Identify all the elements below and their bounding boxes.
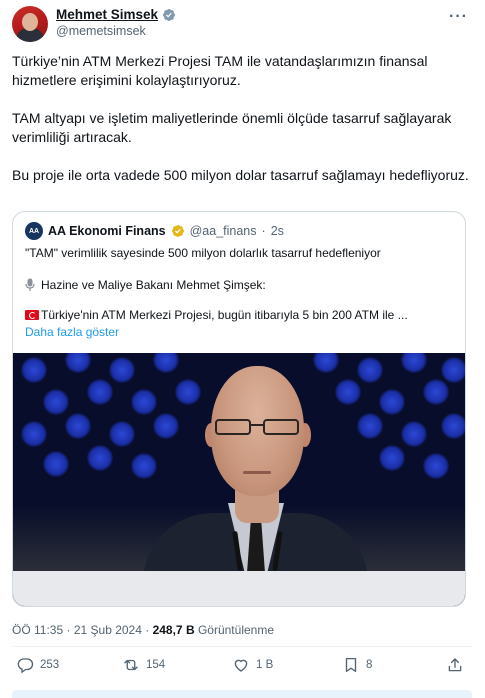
light-dot bbox=[401, 353, 427, 373]
views-count: 248,7 B bbox=[152, 623, 195, 637]
light-dot bbox=[109, 357, 135, 383]
bookmark-count: 8 bbox=[366, 659, 373, 671]
light-dot bbox=[335, 379, 361, 405]
light-dot bbox=[357, 413, 383, 439]
quoted-tweet-line: Hazine ve Maliye Bakanı Mehmet Şimşek: bbox=[25, 278, 266, 292]
light-dot bbox=[87, 379, 113, 405]
light-dot bbox=[401, 421, 427, 447]
quoted-tweet-header: AA AA Ekonomi Finans @aa_finans · 2s bbox=[25, 222, 284, 240]
light-dot bbox=[175, 379, 201, 405]
share-button[interactable] bbox=[446, 656, 464, 674]
light-dot bbox=[131, 453, 157, 479]
quoted-author-avatar[interactable]: AA bbox=[25, 222, 43, 240]
light-dot bbox=[379, 445, 405, 471]
light-dot bbox=[441, 413, 465, 439]
light-dot bbox=[153, 353, 179, 373]
turkey-flag-icon bbox=[25, 310, 39, 320]
bottom-reply-bar[interactable] bbox=[12, 690, 472, 698]
quoted-avatar-text: AA bbox=[28, 227, 40, 235]
quoted-tweet-line: "TAM" verimlilik sayesinde 500 milyon do… bbox=[25, 246, 381, 260]
heart-icon bbox=[234, 659, 248, 672]
author-name-row: Mehmet Simsek bbox=[56, 7, 176, 22]
quoted-author-name[interactable]: AA Ekonomi Finans bbox=[48, 224, 166, 238]
tweet-header: Mehmet Simsek @memetsimsek ··· bbox=[12, 4, 472, 44]
show-more-link[interactable]: Daha fazla göster bbox=[25, 325, 119, 339]
reply-icon bbox=[17, 658, 34, 674]
light-dot bbox=[109, 421, 135, 447]
light-dot bbox=[153, 413, 179, 439]
more-options-icon[interactable]: ··· bbox=[449, 8, 468, 26]
retweet-icon bbox=[124, 659, 138, 671]
light-dot bbox=[65, 353, 91, 373]
light-dot bbox=[313, 353, 339, 373]
quoted-tweet-speaker: Hazine ve Maliye Bakanı Mehmet Şimşek: bbox=[41, 278, 266, 292]
microphone-icon bbox=[25, 278, 35, 291]
light-dot bbox=[423, 379, 449, 405]
retweet-count: 154 bbox=[146, 659, 166, 671]
tweet-date[interactable]: 21 Şub 2024 bbox=[74, 623, 142, 637]
meta-separator: · bbox=[66, 623, 71, 637]
retweet-button[interactable]: 154 bbox=[122, 656, 165, 674]
light-dot bbox=[131, 389, 157, 415]
light-dot bbox=[65, 413, 91, 439]
glasses-lens bbox=[215, 419, 251, 435]
bookmark-button[interactable]: 8 bbox=[342, 656, 372, 674]
reply-button[interactable]: 253 bbox=[16, 656, 59, 674]
speaker-glasses bbox=[215, 419, 301, 437]
quoted-tweet-line: Türkiye'nin ATM Merkezi Projesi, bugün i… bbox=[25, 308, 408, 322]
bookmark-icon bbox=[345, 657, 357, 673]
author-handle[interactable]: @memetsimsek bbox=[56, 24, 146, 38]
tweet-text: Türkiye’nin ATM Merkezi Projesi TAM ile … bbox=[12, 52, 472, 204]
author-avatar[interactable] bbox=[12, 6, 48, 42]
verified-badge-icon bbox=[171, 225, 184, 237]
tweet-paragraph: TAM altyapı ve işletim maliyetlerinde ön… bbox=[12, 110, 452, 145]
views-label: Görüntülenme bbox=[197, 623, 274, 637]
tweet-timestamp: ÖÖ 11:35 · 21 Şub 2024 · 248,7 B Görüntü… bbox=[12, 623, 274, 637]
glasses-lens bbox=[263, 419, 299, 435]
quoted-tweet-time[interactable]: 2s bbox=[271, 224, 284, 238]
light-dot bbox=[379, 389, 405, 415]
light-dot bbox=[441, 357, 465, 383]
light-dot bbox=[87, 445, 113, 471]
tweet-time[interactable]: ÖÖ 11:35 bbox=[12, 623, 63, 637]
reply-count: 253 bbox=[40, 659, 60, 671]
light-dot bbox=[21, 421, 47, 447]
author-display-name[interactable]: Mehmet Simsek bbox=[56, 7, 158, 22]
light-dot bbox=[43, 389, 69, 415]
like-count: 1 B bbox=[256, 659, 274, 671]
like-button[interactable]: 1 B bbox=[232, 656, 273, 674]
podium bbox=[13, 571, 465, 606]
quoted-tweet[interactable]: AA AA Ekonomi Finans @aa_finans · 2s "TA… bbox=[12, 211, 466, 607]
quoted-tweet-photo[interactable] bbox=[13, 353, 465, 606]
share-icon bbox=[448, 658, 462, 672]
action-bar: 253 154 1 B 8 bbox=[12, 656, 472, 680]
divider bbox=[12, 646, 472, 647]
quoted-author-handle[interactable]: @aa_finans bbox=[190, 224, 257, 238]
light-dot bbox=[43, 451, 69, 477]
meta-separator: · bbox=[261, 224, 266, 238]
speaker-mouth bbox=[243, 471, 271, 474]
light-dot bbox=[357, 357, 383, 383]
avatar-face bbox=[22, 13, 38, 31]
light-dot bbox=[21, 357, 47, 383]
quoted-tweet-excerpt: Türkiye'nin ATM Merkezi Projesi, bugün i… bbox=[41, 308, 408, 322]
tweet-paragraph: Türkiye’nin ATM Merkezi Projesi TAM ile … bbox=[12, 53, 428, 88]
light-dot bbox=[423, 453, 449, 479]
tweet-paragraph: Bu proje ile orta vadede 500 milyon dola… bbox=[12, 167, 469, 183]
meta-separator: · bbox=[145, 623, 150, 637]
verified-badge-icon bbox=[163, 8, 176, 21]
